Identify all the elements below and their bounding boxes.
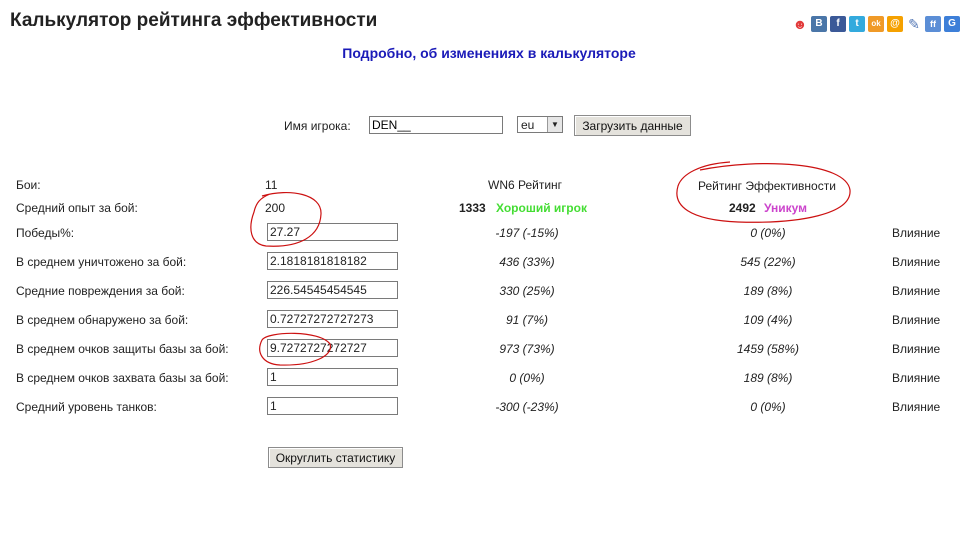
annotation-circle-xp-wins bbox=[250, 191, 322, 247]
annotation-circle-efficiency bbox=[676, 161, 851, 223]
annotation-layer bbox=[250, 161, 851, 366]
annotation-circle-defense bbox=[259, 332, 331, 366]
